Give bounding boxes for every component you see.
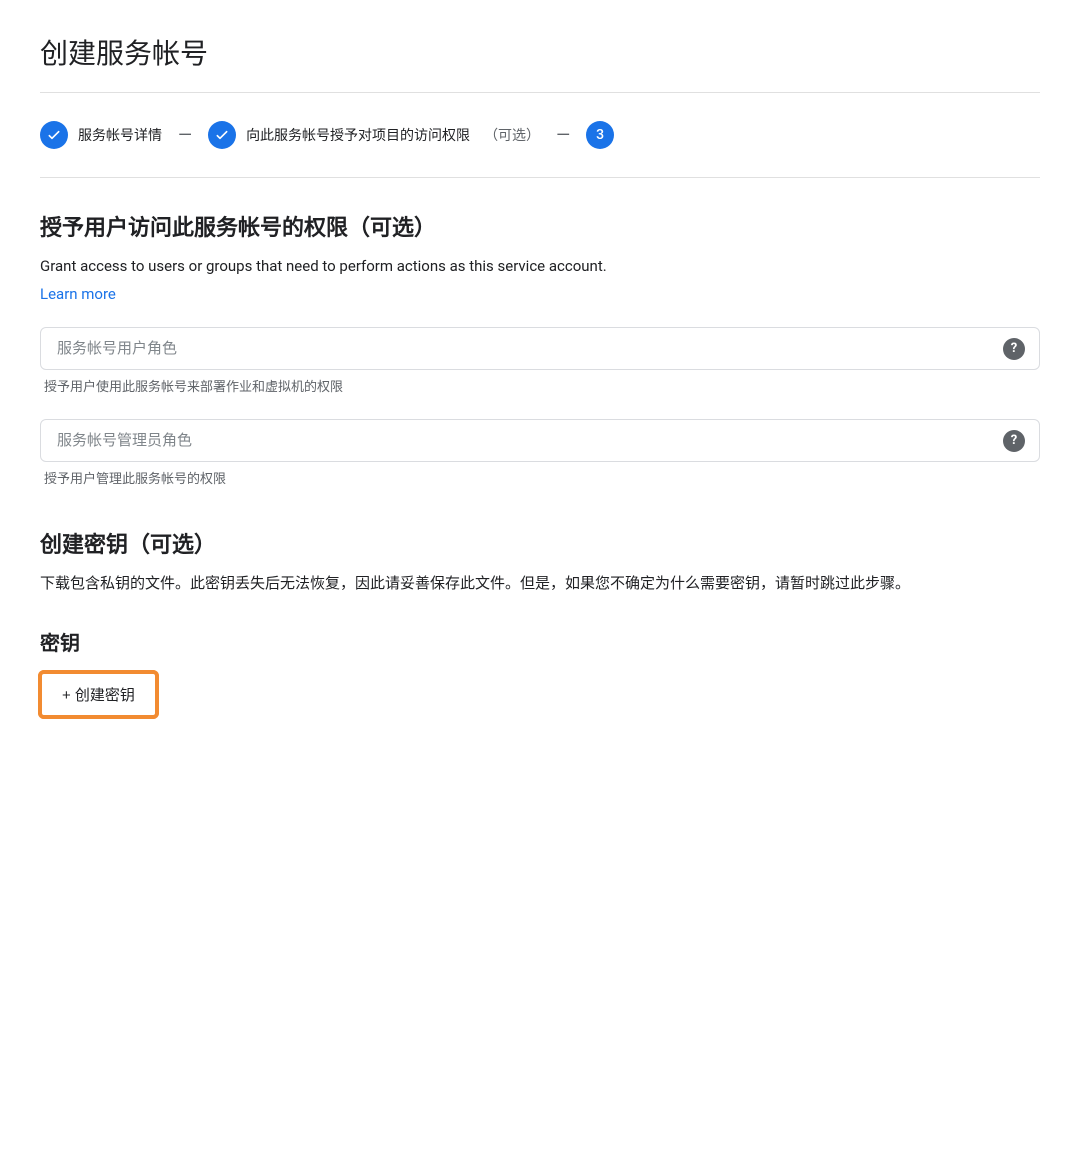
step-2-done-icon (208, 121, 236, 149)
field1-wrapper[interactable]: ? (40, 327, 1040, 370)
field1-help-icon[interactable]: ? (1003, 338, 1025, 360)
step-3-number: 3 (586, 121, 614, 149)
stepper-divider (40, 177, 1040, 178)
grant-section: 授予用户访问此服务帐号的权限（可选） Grant access to users… (40, 210, 1040, 487)
connector-1: — (178, 125, 192, 146)
field2-group: ? 授予用户管理此服务帐号的权限 (40, 419, 1040, 487)
grant-section-title: 授予用户访问此服务帐号的权限（可选） (40, 210, 1040, 242)
title-divider (40, 92, 1040, 93)
learn-more-link[interactable]: Learn more (40, 285, 116, 303)
keys-subtitle: 密钥 (40, 627, 1040, 656)
create-key-button[interactable]: + 创建密钥 (40, 672, 157, 717)
step-2-label: 向此服务帐号授予对项目的访问权限 (246, 125, 470, 145)
field2-wrapper[interactable]: ? (40, 419, 1040, 462)
step-1-label: 服务帐号详情 (78, 125, 162, 145)
step-1: 服务帐号详情 (40, 121, 162, 149)
key-section-title: 创建密钥（可选） (40, 527, 1040, 559)
step-1-done-icon (40, 121, 68, 149)
connector-2: — (556, 125, 570, 146)
key-section: 创建密钥（可选） 下载包含私钥的文件。此密钥丢失后无法恢复，因此请妥善保存此文件… (40, 527, 1040, 717)
field1-hint: 授予用户使用此服务帐号来部署作业和虚拟机的权限 (44, 376, 1040, 395)
stepper: 服务帐号详情 — 向此服务帐号授予对项目的访问权限 （可选） — 3 (40, 121, 1040, 149)
service-account-admin-role-input[interactable] (57, 432, 991, 449)
page-container: 创建服务帐号 服务帐号详情 — 向此服务帐号授予对项目的访问权限 （可选） — … (0, 0, 1080, 749)
step-2-optional: （可选） (484, 125, 540, 145)
page-title: 创建服务帐号 (40, 32, 1040, 72)
field2-help-icon[interactable]: ? (1003, 430, 1025, 452)
field1-group: ? 授予用户使用此服务帐号来部署作业和虚拟机的权限 (40, 327, 1040, 395)
service-account-user-role-input[interactable] (57, 340, 991, 357)
key-section-desc: 下载包含私钥的文件。此密钥丢失后无法恢复，因此请妥善保存此文件。但是，如果您不确… (40, 571, 1040, 595)
grant-section-desc: Grant access to users or groups that nee… (40, 254, 1040, 278)
field2-hint: 授予用户管理此服务帐号的权限 (44, 468, 1040, 487)
step-2: 向此服务帐号授予对项目的访问权限 （可选） (208, 121, 540, 149)
